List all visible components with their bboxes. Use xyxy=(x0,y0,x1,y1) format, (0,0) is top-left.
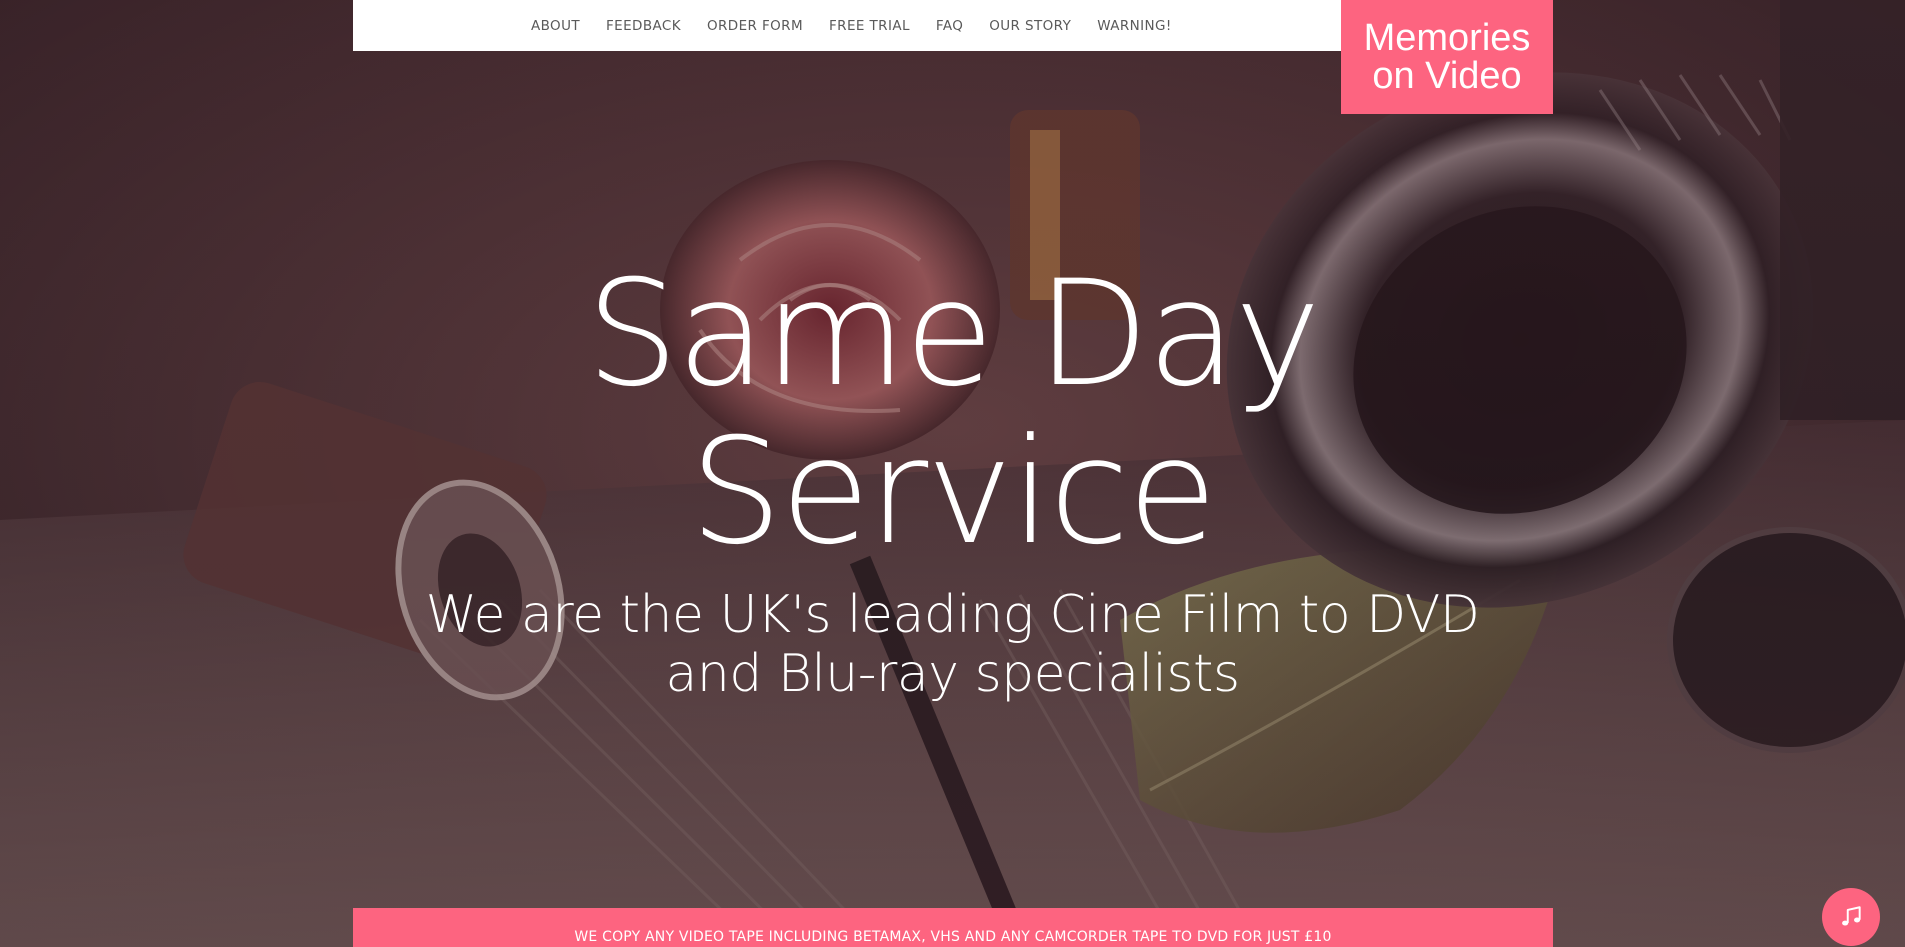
promo-banner: WE COPY ANY VIDEO TAPE INCLUDING BETAMAX… xyxy=(353,908,1553,947)
nav-item-free-trial[interactable]: FREE TRIAL xyxy=(829,18,910,34)
nav-menu: ABOUT FEEDBACK ORDER FORM FREE TRIAL FAQ… xyxy=(531,0,1198,51)
nav-item-feedback[interactable]: FEEDBACK xyxy=(606,18,681,34)
brand-logo-link[interactable]: Memories on Video xyxy=(1341,0,1553,114)
hero-title-line-2: Service xyxy=(689,407,1218,577)
top-navigation: ABOUT FEEDBACK ORDER FORM FREE TRIAL FAQ… xyxy=(353,0,1341,51)
music-toggle-button[interactable] xyxy=(1822,888,1880,946)
hero-title-line-1: Same Day xyxy=(586,249,1321,419)
nav-item-order-form[interactable]: ORDER FORM xyxy=(707,18,803,34)
nav-item-about[interactable]: ABOUT xyxy=(531,18,580,34)
nav-item-our-story[interactable]: OUR STORY xyxy=(989,18,1071,34)
promo-text: WE COPY ANY VIDEO TAPE INCLUDING BETAMAX… xyxy=(574,929,1332,945)
nav-item-warning[interactable]: WARNING! xyxy=(1097,18,1171,34)
hero-subtitle: We are the UK's leading Cine Film to DVD… xyxy=(425,585,1480,704)
brand-line-2: on Video xyxy=(1372,55,1522,97)
brand-line-1: Memories xyxy=(1363,17,1531,59)
nav-item-faq[interactable]: FAQ xyxy=(936,18,963,34)
hero-title: Same Day Service xyxy=(0,255,1905,571)
music-note-icon xyxy=(1842,906,1861,926)
